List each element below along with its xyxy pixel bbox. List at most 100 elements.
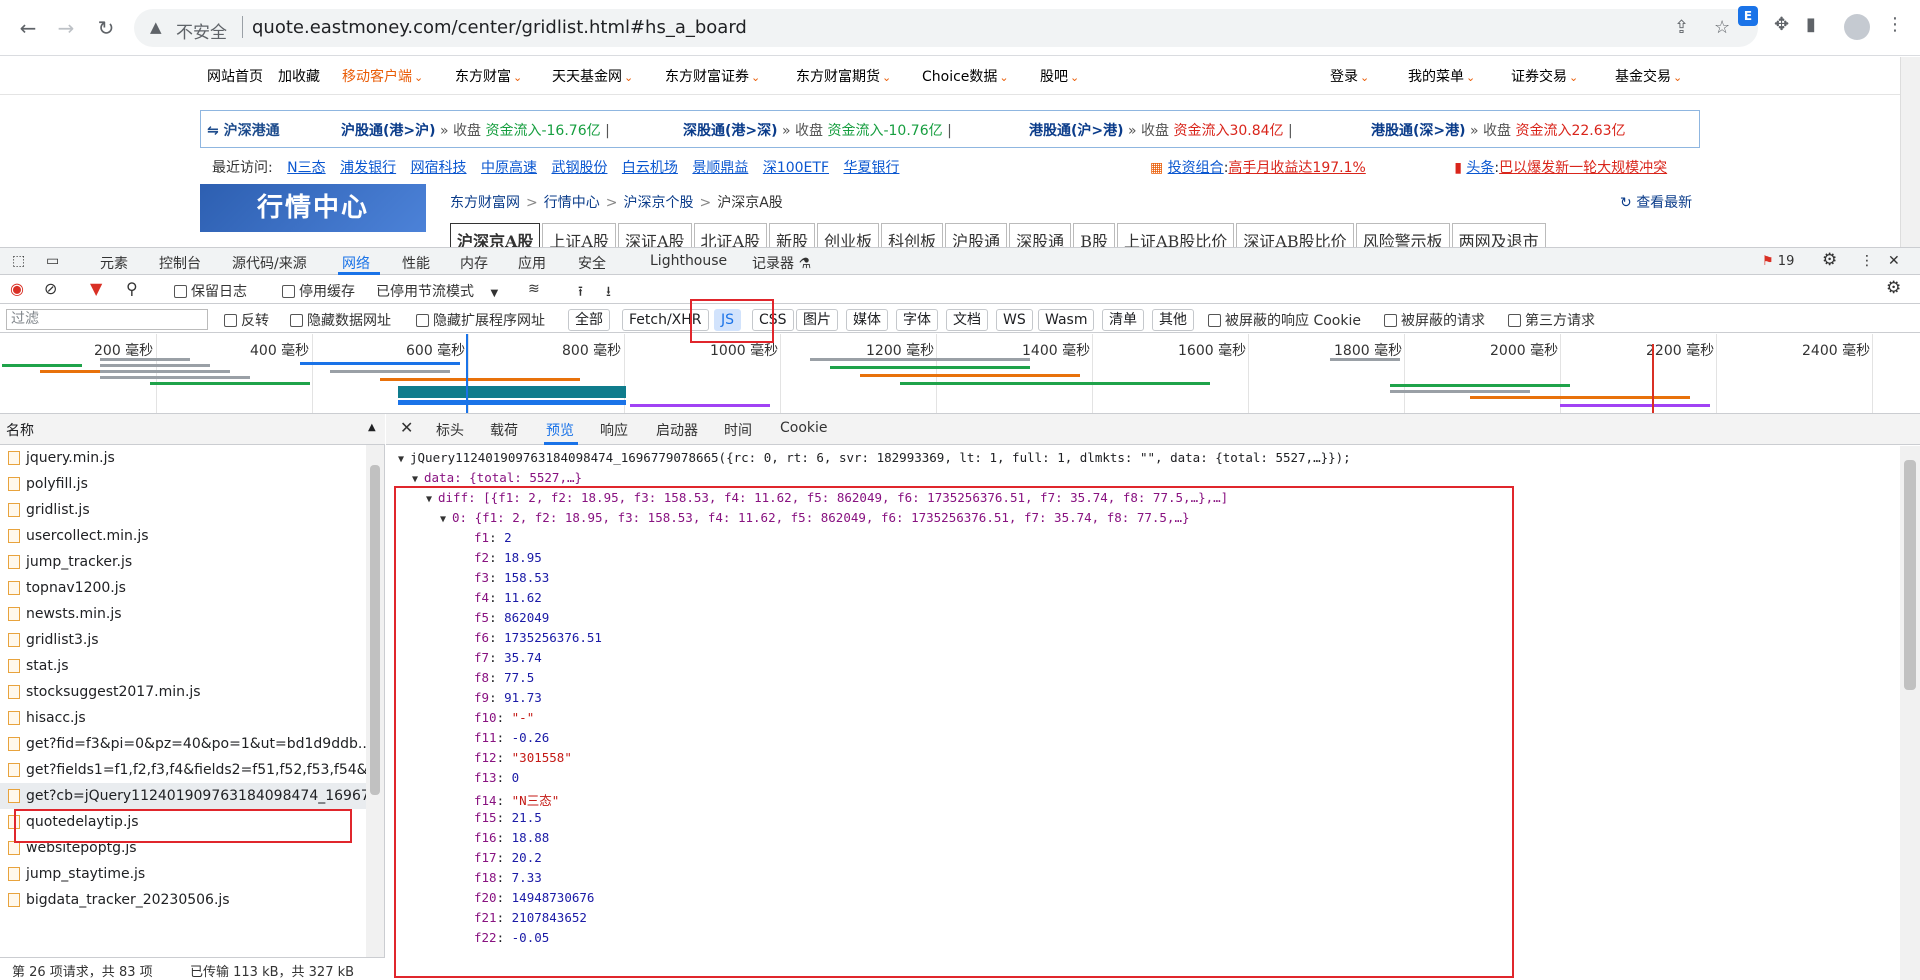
third-party-checkbox[interactable]: 第三方请求	[1508, 310, 1595, 330]
nav-choice[interactable]: Choice数据 ⌄	[922, 66, 1009, 86]
market-tab[interactable]: 风险警示板	[1355, 223, 1450, 247]
side-panel-icon[interactable]: ▮	[1806, 14, 1816, 35]
bookmark-star-icon[interactable]: ☆	[1714, 17, 1730, 38]
market-tab[interactable]: 深证AB股比价	[1236, 223, 1354, 247]
hk-item[interactable]: 深股通(港>深) » 收盘 资金流入-10.76亿 |	[683, 120, 952, 140]
list-item[interactable]: jump_tracker.js	[0, 549, 366, 575]
list-item[interactable]: stat.js	[0, 653, 366, 679]
tab-lighthouse[interactable]: Lighthouse	[650, 253, 727, 269]
hk-item[interactable]: 港股通(沪>港) » 收盘 资金流入30.84亿 |	[1029, 120, 1293, 140]
menu-kebab-icon[interactable]: ⋮	[1886, 14, 1904, 35]
disable-cache-checkbox[interactable]: 停用缓存	[282, 281, 355, 301]
json-root-line[interactable]: ▼ jQuery112401909763184098474_16967790786…	[398, 450, 1351, 465]
market-tab[interactable]: 上证A股	[542, 223, 616, 247]
profile-avatar[interactable]	[1844, 14, 1870, 40]
recent-link[interactable]: 中原高速	[481, 160, 537, 176]
issues-counter[interactable]: ⚑ 19	[1762, 254, 1794, 269]
list-item[interactable]: usercollect.min.js	[0, 523, 366, 549]
recent-link[interactable]: 景顺鼎益	[692, 160, 748, 176]
nav-fund[interactable]: 天天基金网 ⌄	[552, 66, 633, 86]
list-item[interactable]: gridlist.js	[0, 497, 366, 523]
recent-link[interactable]: 华夏银行	[843, 160, 899, 176]
list-item[interactable]: jquery.min.js	[0, 445, 366, 471]
hk-item[interactable]: 沪股通(港>沪) » 收盘 资金流入-16.76亿 |	[341, 120, 610, 140]
recent-link[interactable]: 深100ETF	[763, 160, 829, 176]
hide-extension-urls-checkbox[interactable]: 隐藏扩展程序网址	[416, 310, 545, 330]
hide-data-urls-checkbox[interactable]: 隐藏数据网址	[290, 310, 391, 330]
list-item[interactable]: gridlist3.js	[0, 627, 366, 653]
nav-login[interactable]: 登录 ⌄	[1330, 66, 1369, 86]
request-list-scroll-thumb[interactable]	[370, 465, 380, 795]
tab-network[interactable]: 网络	[342, 253, 370, 273]
devtools-menu-icon[interactable]: ⋮	[1860, 253, 1874, 269]
type-filter-manifest[interactable]: 清单	[1102, 309, 1144, 331]
device-toolbar-icon[interactable]: ▭	[46, 253, 59, 269]
nav-mobile[interactable]: 移动客户端 ⌄	[342, 66, 423, 86]
market-tab[interactable]: 深证A股	[617, 223, 692, 247]
recent-link[interactable]: 浦发银行	[340, 160, 396, 176]
tab-preview[interactable]: 预览	[546, 420, 574, 440]
tab-cookies[interactable]: Cookie	[780, 420, 828, 436]
scroll-up-arrow-icon[interactable]: ▲	[368, 422, 376, 433]
list-item[interactable]: stocksuggest2017.min.js	[0, 679, 366, 705]
headline-link[interactable]: 头条	[1466, 160, 1494, 176]
type-filter-doc[interactable]: 文档	[946, 309, 988, 331]
tab-response[interactable]: 响应	[600, 420, 628, 440]
list-item[interactable]: jump_staytime.js	[0, 861, 366, 887]
network-conditions-icon[interactable]: ≋	[528, 281, 540, 297]
market-tab[interactable]: 深股通	[1009, 223, 1072, 247]
list-item-selected[interactable]: get?cb=jQuery112401909763184098474_16967…	[0, 783, 366, 809]
close-devtools-icon[interactable]: ✕	[1888, 253, 1900, 269]
portfolio-promo[interactable]: 高手月收益达197.1%	[1228, 160, 1365, 176]
nav-futures[interactable]: 东方财富期货 ⌄	[796, 66, 891, 86]
export-har-icon[interactable]: ⭳	[606, 281, 611, 305]
market-tab[interactable]: B股	[1073, 223, 1115, 247]
extension-icon[interactable]: E	[1738, 6, 1758, 26]
tab-headers[interactable]: 标头	[436, 420, 464, 440]
network-settings-gear-icon[interactable]: ⚙	[1886, 278, 1901, 298]
nav-my-menu[interactable]: 我的菜单 ⌄	[1408, 66, 1475, 86]
page-scrollbar[interactable]	[1900, 57, 1920, 247]
nav-securities[interactable]: 东方财富证券 ⌄	[665, 66, 760, 86]
tab-recorder[interactable]: 记录器 ⚗	[752, 253, 811, 273]
breadcrumb-item[interactable]: 沪深京个股	[623, 195, 693, 211]
tab-timing[interactable]: 时间	[724, 420, 752, 440]
nav-home[interactable]: 网站首页	[207, 66, 263, 86]
tab-sources[interactable]: 源代码/来源	[232, 253, 307, 273]
nav-guba[interactable]: 股吧 ⌄	[1040, 66, 1079, 86]
inspect-element-icon[interactable]: ⬚	[12, 253, 25, 269]
list-item[interactable]: polyfill.js	[0, 471, 366, 497]
tab-console[interactable]: 控制台	[159, 253, 201, 273]
extensions-puzzle-icon[interactable]: ✥	[1774, 14, 1789, 35]
type-filter-media[interactable]: 媒体	[846, 309, 888, 331]
blocked-cookies-checkbox[interactable]: 被屏蔽的响应 Cookie	[1208, 310, 1361, 330]
list-item[interactable]: hisacc.js	[0, 705, 366, 731]
tab-memory[interactable]: 内存	[460, 253, 488, 273]
filter-funnel-icon[interactable]: ▼	[90, 279, 102, 298]
record-stop-icon[interactable]: ◉	[10, 279, 24, 298]
blocked-requests-checkbox[interactable]: 被屏蔽的请求	[1384, 310, 1485, 330]
preserve-log-checkbox[interactable]: 保留日志	[174, 281, 247, 301]
import-har-icon[interactable]: ⭱	[578, 281, 583, 305]
breadcrumb-item[interactable]: 行情中心	[544, 195, 600, 211]
list-item[interactable]: get?fields1=f1,f2,f3,f4&fields2=f51,f52,…	[0, 757, 366, 783]
type-filter-wasm[interactable]: Wasm	[1038, 309, 1095, 331]
breadcrumb-item[interactable]: 东方财富网	[450, 195, 520, 211]
invert-checkbox[interactable]: 反转	[224, 310, 269, 330]
name-column-header[interactable]: 名称 ▲	[0, 414, 385, 445]
url-text[interactable]: quote.eastmoney.com/center/gridlist.html…	[252, 17, 747, 38]
market-tab[interactable]: 创业板	[817, 223, 880, 247]
market-tab[interactable]: 北证A股	[693, 223, 768, 247]
list-item[interactable]: newsts.min.js	[0, 601, 366, 627]
quote-center-banner[interactable]: 行情中心	[200, 184, 426, 232]
market-tab[interactable]: 沪股通	[945, 223, 1008, 247]
nav-trading[interactable]: 证券交易 ⌄	[1511, 66, 1578, 86]
type-filter-img[interactable]: 图片	[796, 309, 838, 331]
market-tab[interactable]: 两网及退市	[1451, 223, 1546, 247]
nav-favorite[interactable]: 加收藏	[278, 66, 320, 86]
reload-icon[interactable]: ↻	[92, 14, 120, 42]
hk-item[interactable]: 港股通(深>港) » 收盘 资金流入22.63亿	[1371, 120, 1626, 140]
nav-eastmoney[interactable]: 东方财富 ⌄	[455, 66, 522, 86]
market-tab[interactable]: 上证AB股比价	[1116, 223, 1235, 247]
preview-scroll-thumb[interactable]	[1904, 460, 1916, 690]
